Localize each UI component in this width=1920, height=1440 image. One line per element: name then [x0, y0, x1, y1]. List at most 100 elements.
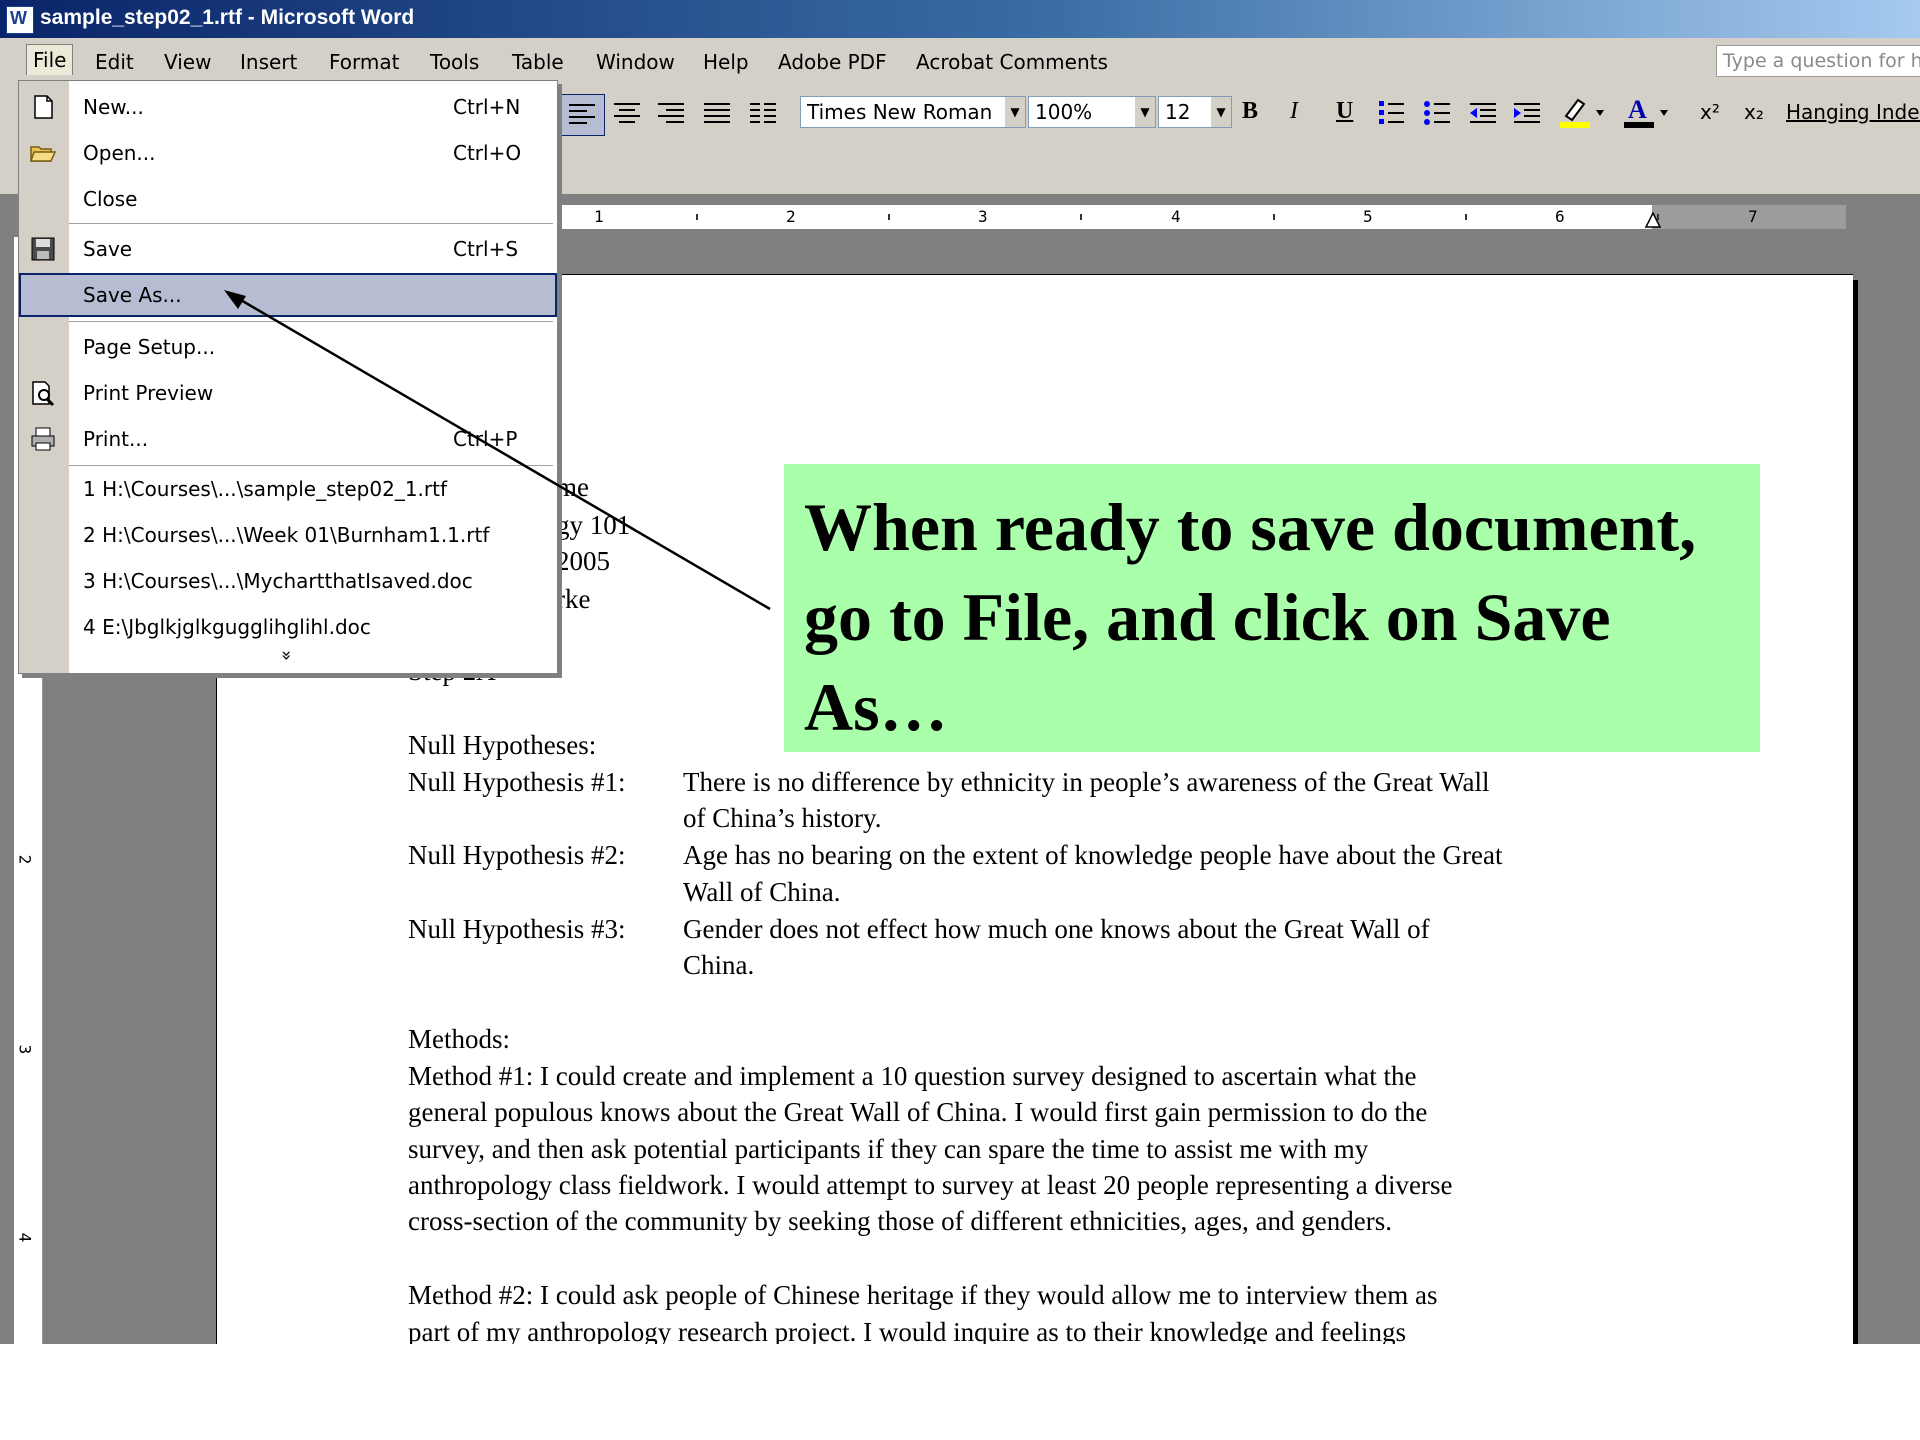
ruler-number: 4	[15, 1232, 35, 1243]
superscript-button[interactable]: x²	[1700, 100, 1720, 124]
italic-button[interactable]: I	[1290, 98, 1298, 125]
subscript-button[interactable]: x₂	[1744, 100, 1764, 124]
chevron-down-icon: ▼	[1211, 97, 1231, 127]
menu-item-label: Print Preview	[83, 381, 214, 405]
hypothesis-label: Null Hypothesis #1:	[408, 767, 626, 797]
recent-file-item[interactable]: 3 H:\Courses\...\MychartthatIsaved.doc	[19, 559, 557, 603]
font-color-icon[interactable]: A	[1622, 94, 1672, 130]
bold-button[interactable]: B	[1242, 98, 1258, 125]
method1-line: Method #1: I could create and implement …	[408, 1061, 1417, 1091]
menu-item-shortcut: Ctrl+S	[453, 237, 519, 261]
instruction-callout: When ready to save document, go to File,…	[784, 464, 1760, 752]
font-name-value: Times New Roman	[807, 100, 993, 124]
menu-item-open[interactable]: Open... Ctrl+O	[19, 131, 557, 175]
recent-file-item[interactable]: 2 H:\Courses\...\Week 01\Burnham1.1.rtf	[19, 513, 557, 557]
hypothesis-text: of China’s history.	[683, 803, 882, 833]
align-center-icon[interactable]	[612, 98, 642, 128]
method1-line: survey, and then ask potential participa…	[408, 1134, 1369, 1164]
expand-menu-chevron-icon[interactable]: »	[276, 650, 297, 661]
recent-file-item[interactable]: 4 E:\Jbglkjglkgugglihglihl.doc	[19, 605, 557, 649]
align-left-button[interactable]	[559, 94, 605, 136]
menu-separator	[69, 465, 553, 466]
hypothesis-label: Null Hypothesis #3:	[408, 914, 626, 944]
underline-button[interactable]: U	[1336, 98, 1353, 125]
print-preview-icon	[32, 381, 55, 407]
menu-window[interactable]: Window	[596, 50, 675, 74]
ruler-number: 1	[594, 207, 604, 226]
ruler-tick	[888, 214, 890, 220]
methods-heading: Methods:	[408, 1024, 511, 1054]
doc-partial-line: gy 101	[556, 510, 631, 540]
numbered-list-icon[interactable]	[1376, 98, 1406, 128]
printer-icon	[31, 427, 55, 451]
hypothesis-text: Wall of China.	[683, 877, 841, 907]
method1-line: general populous knows about the Great W…	[408, 1097, 1428, 1127]
ruler-number: 7	[1748, 207, 1758, 226]
menu-table[interactable]: Table	[512, 50, 564, 74]
recent-file-label: 3 H:\Courses\...\MychartthatIsaved.doc	[83, 569, 473, 593]
right-indent-marker-icon[interactable]	[1644, 211, 1662, 229]
hypothesis-text: Age has no bearing on the extent of know…	[683, 840, 1503, 870]
menu-adobe-pdf[interactable]: Adobe PDF	[778, 50, 887, 74]
file-menu-dropdown: New... Ctrl+N Open... Ctrl+O Close Save …	[18, 80, 558, 674]
font-name-select[interactable]: Times New Roman ▼	[800, 96, 1026, 128]
highlight-icon[interactable]	[1558, 94, 1608, 130]
menu-file[interactable]: File	[26, 44, 74, 75]
menu-item-print-preview[interactable]: Print Preview	[19, 371, 557, 415]
align-left-icon	[569, 104, 595, 124]
ruler-number: 4	[1171, 207, 1181, 226]
menu-item-label: Save As...	[83, 283, 182, 307]
ask-question-input[interactable]: Type a question for h	[1716, 45, 1920, 77]
ruler-tick	[696, 214, 698, 220]
recent-file-label: 2 H:\Courses\...\Week 01\Burnham1.1.rtf	[83, 523, 490, 547]
ruler-tick	[1080, 214, 1082, 220]
menu-item-shortcut: Ctrl+P	[453, 427, 518, 451]
menu-edit[interactable]: Edit	[95, 50, 134, 74]
align-right-icon[interactable]	[656, 98, 686, 128]
menu-item-print[interactable]: Print... Ctrl+P	[19, 417, 557, 461]
new-document-icon	[34, 95, 53, 119]
font-size-select[interactable]: 12 ▼	[1158, 96, 1232, 128]
hypothesis-label: Null Hypothesis #2:	[408, 840, 626, 870]
menu-insert[interactable]: Insert	[240, 50, 297, 74]
menu-tools[interactable]: Tools	[430, 50, 479, 74]
hypothesis-text: Gender does not effect how much one know…	[683, 914, 1430, 944]
menu-item-label: New...	[83, 95, 144, 119]
recent-file-item[interactable]: 1 H:\Courses\...\sample_step02_1.rtf	[19, 467, 557, 511]
menu-item-new[interactable]: New... Ctrl+N	[19, 85, 557, 129]
method1-line: anthropology class fieldwork. I would at…	[408, 1170, 1453, 1200]
recent-file-label: 4 E:\Jbglkjglkgugglihglihl.doc	[83, 615, 371, 639]
bullet-list-icon[interactable]	[1422, 98, 1452, 128]
doc-partial-line: rke	[556, 584, 591, 614]
justify-icon[interactable]	[702, 98, 732, 128]
decrease-indent-icon[interactable]	[1468, 98, 1498, 128]
hypothesis-text: There is no difference by ethnicity in p…	[683, 767, 1490, 797]
menu-acrobat-comments[interactable]: Acrobat Comments	[916, 50, 1108, 74]
chevron-down-icon: ▼	[1005, 97, 1025, 127]
menu-format[interactable]: Format	[329, 50, 399, 74]
menu-item-shortcut: Ctrl+N	[453, 95, 521, 119]
method1-line: cross-section of the community by seekin…	[408, 1206, 1392, 1236]
window-title: sample_step02_1.rtf - Microsoft Word	[40, 6, 415, 29]
menu-item-shortcut: Ctrl+O	[453, 141, 522, 165]
menu-help[interactable]: Help	[703, 50, 749, 74]
ruler-number: 5	[1363, 207, 1373, 226]
menu-item-save[interactable]: Save Ctrl+S	[19, 227, 557, 271]
zoom-select[interactable]: 100% ▼	[1028, 96, 1156, 128]
horizontal-ruler[interactable]: 1 2 3 4 5 6 7	[560, 205, 1846, 229]
menu-item-save-as[interactable]: Save As...	[19, 273, 557, 317]
method2-line: part of my anthropology research project…	[408, 1317, 1406, 1344]
hanging-indent-button[interactable]: Hanging Inden	[1786, 100, 1920, 124]
ruler-number: 2	[786, 207, 796, 226]
menu-item-close[interactable]: Close	[19, 177, 557, 221]
increase-indent-icon[interactable]	[1512, 98, 1542, 128]
menu-view[interactable]: View	[164, 50, 211, 74]
menu-item-page-setup[interactable]: Page Setup...	[19, 325, 557, 369]
distributed-icon[interactable]	[748, 98, 778, 128]
menu-separator	[69, 321, 553, 322]
doc-partial-line: 2005	[556, 546, 610, 576]
ruler-number: 3	[978, 207, 988, 226]
word-app-icon[interactable]	[6, 6, 34, 34]
zoom-value: 100%	[1035, 100, 1093, 124]
save-disk-icon	[31, 237, 55, 261]
